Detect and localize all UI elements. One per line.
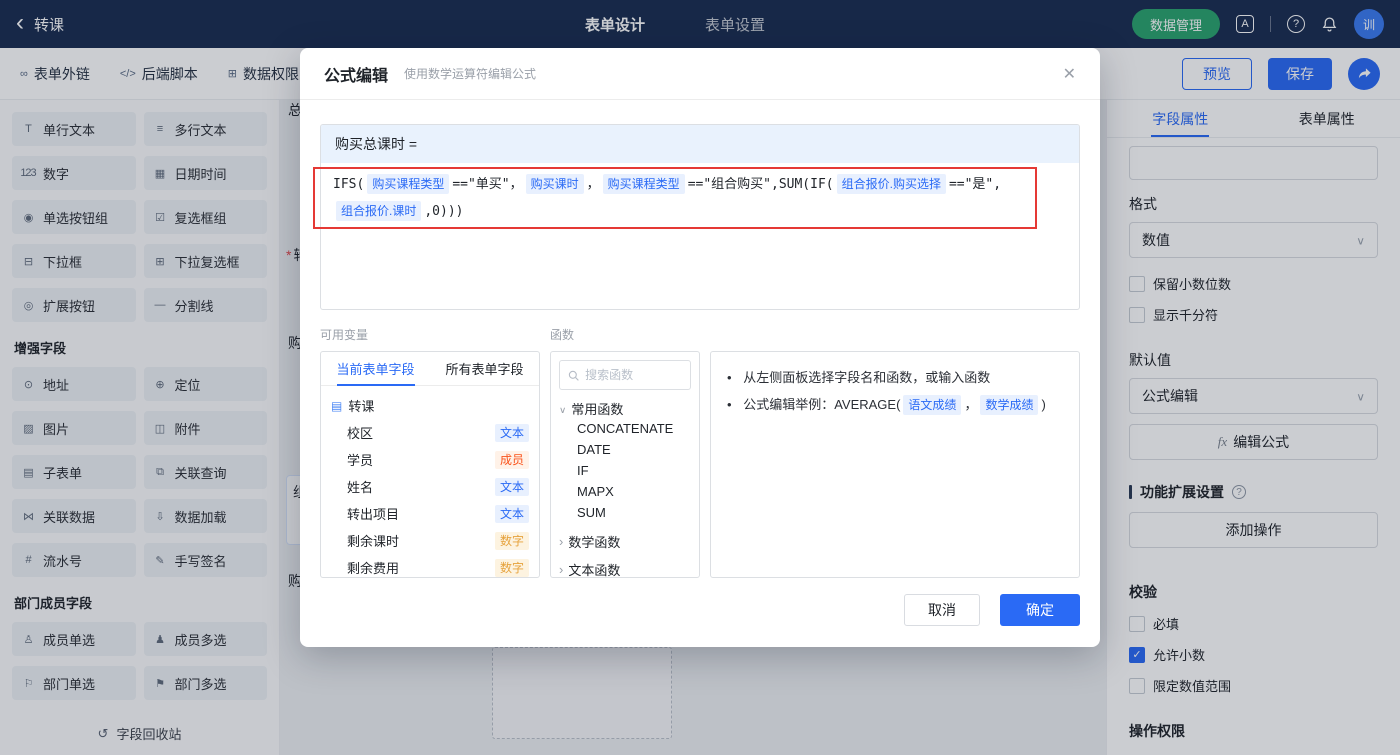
modal-panels: 当前表单字段 所有表单字段 转课 校区 文本 [320, 351, 1080, 578]
variable-type-tag: 数字 [494, 558, 529, 577]
tip-segment: ， [964, 397, 978, 412]
chevron-down-icon [559, 402, 566, 416]
variable-name: 姓名 [347, 480, 374, 495]
modal-subtitle: 使用数学运算符编辑公式 [404, 67, 537, 81]
variable-item[interactable]: 剩余课时 数字 [321, 527, 539, 554]
variables-tabs: 当前表单字段 所有表单字段 [321, 352, 539, 386]
chevron-right-icon [559, 535, 563, 548]
function-item[interactable]: CONCATENATE [559, 418, 691, 439]
function-group[interactable]: 文本函数 [559, 560, 691, 578]
formula-segment: =="是", [948, 177, 1002, 192]
collapsed-function-groups: 数学函数 文本函数 [559, 532, 691, 578]
formula-code-area[interactable]: IFS(购买课程类型 =="单买"， 购买课时，购买课程类型 =="组合购买",SUM… [321, 163, 1079, 233]
formula-segment: 组合报价.购买选择 [836, 174, 946, 194]
variable-item[interactable]: 学员 成员 [321, 446, 539, 473]
variable-item[interactable]: 剩余费用 数字 [321, 554, 539, 577]
function-search-input[interactable] [585, 368, 682, 382]
formula-help-panel: 从左侧面板选择字段名和函数，或输入函数 公式编辑举例：AVERAGE(语文成绩，… [710, 351, 1080, 578]
variables-list: 转课 校区 文本 学员 成员 [321, 386, 539, 577]
confirm-button[interactable]: 确定 [1000, 594, 1080, 626]
variables-tab[interactable]: 所有表单字段 [430, 352, 539, 385]
function-group-label: 文本函数 [568, 563, 621, 578]
formula-segment: IFS( [333, 177, 365, 192]
formula-segment: 购买课程类型 [602, 174, 685, 194]
variable-item[interactable]: 校区 文本 [321, 419, 539, 446]
modal-header: 公式编辑 使用数学运算符编辑公式 [300, 48, 1100, 100]
variable-rows: 校区 文本 学员 成员 姓名 文本 转出项目 文本 剩余课时 数字 剩余费用 数… [321, 419, 539, 577]
function-group[interactable]: 常用函数 [559, 399, 691, 418]
formula-target-field: 购买总课时 = [321, 125, 1079, 163]
function-item[interactable]: IF [559, 460, 691, 481]
close-icon[interactable] [1063, 64, 1076, 84]
form-tree-root[interactable]: 转课 [321, 392, 539, 419]
chevron-right-icon [559, 563, 563, 576]
variable-item[interactable]: 转出项目 文本 [321, 500, 539, 527]
variable-name: 学员 [347, 453, 374, 468]
search-icon [568, 370, 579, 381]
formula-line: IFS(购买课程类型 =="单买"， 购买课时，购买课程类型 =="组合购买",SUM… [333, 171, 1067, 198]
formula-line: 组合报价.课时 ,0))) [333, 198, 1067, 225]
formula-segment: 组合报价.课时 [336, 201, 422, 221]
panel-labels: 可用变量 函数 [320, 326, 1080, 343]
modal-footer: 取消 确定 [320, 594, 1080, 626]
variable-type-tag: 文本 [494, 423, 529, 442]
formula-segment: 购买课时 [525, 174, 584, 194]
variable-type-tag: 文本 [494, 504, 529, 523]
tip-line: 公式编辑举例：AVERAGE(语文成绩，数学成绩) [727, 391, 1063, 418]
function-group-label: 常用函数 [571, 402, 624, 417]
formula-segment: 购买课程类型 [367, 174, 450, 194]
function-item[interactable]: MAPX [559, 481, 691, 502]
functions-label: 函数 [550, 328, 575, 342]
variable-type-tag: 文本 [494, 477, 529, 496]
variables-label: 可用变量 [320, 328, 369, 342]
function-items: CONCATENATE DATE IF MAPX SUM [559, 418, 691, 523]
variable-name: 转出项目 [347, 507, 400, 522]
variables-panel: 当前表单字段 所有表单字段 转课 校区 文本 [320, 351, 540, 578]
function-search[interactable] [559, 360, 691, 390]
formula-segment: =="组合购买",SUM(IF( [687, 177, 834, 192]
variables-tab[interactable]: 当前表单字段 [321, 352, 430, 385]
tip-segment: ) [1041, 397, 1046, 412]
formula-edit-modal: 公式编辑 使用数学运算符编辑公式 购买总课时 = IFS(购买课程类型=="单买… [300, 48, 1100, 647]
form-doc-icon [331, 398, 342, 413]
variable-item[interactable]: 姓名 文本 [321, 473, 539, 500]
variable-type-tag: 成员 [494, 450, 529, 469]
variable-name: 剩余费用 [347, 561, 400, 576]
functions-panel: 常用函数 CONCATENATEDATEIFMAPXSUM 数学函数 [550, 351, 700, 578]
tip-segment: 语文成绩 [903, 395, 962, 415]
formula-editor[interactable]: 购买总课时 = IFS(购买课程类型 =="单买"， 购买课时，购买课程类型 =="组… [320, 124, 1080, 310]
tip-segment: 数学成绩 [980, 395, 1039, 415]
function-group[interactable]: 数学函数 [559, 532, 691, 551]
variable-name: 剩余课时 [347, 534, 400, 549]
function-item[interactable]: DATE [559, 439, 691, 460]
tip-line: 从左侧面板选择字段名和函数，或输入函数 [727, 364, 1063, 391]
formula-segment: =="单买"， [452, 177, 523, 192]
tip-segment: 从左侧面板选择字段名和函数，或输入函数 [743, 370, 991, 385]
tip-segment: 公式编辑举例：AVERAGE( [743, 397, 901, 412]
modal-body: 购买总课时 = IFS(购买课程类型 =="单买"， 购买课时，购买课程类型 =="组… [300, 100, 1100, 626]
variable-name: 校区 [347, 426, 374, 441]
form-name: 转课 [348, 399, 375, 414]
modal-title: 公式编辑 [324, 67, 389, 85]
function-group-label: 数学函数 [568, 535, 621, 550]
variable-type-tag: 数字 [494, 531, 529, 550]
formula-segment: ,0))) [424, 204, 464, 219]
formula-segment: ， [586, 177, 600, 192]
cancel-button[interactable]: 取消 [904, 594, 980, 626]
function-item[interactable]: SUM [559, 502, 691, 523]
